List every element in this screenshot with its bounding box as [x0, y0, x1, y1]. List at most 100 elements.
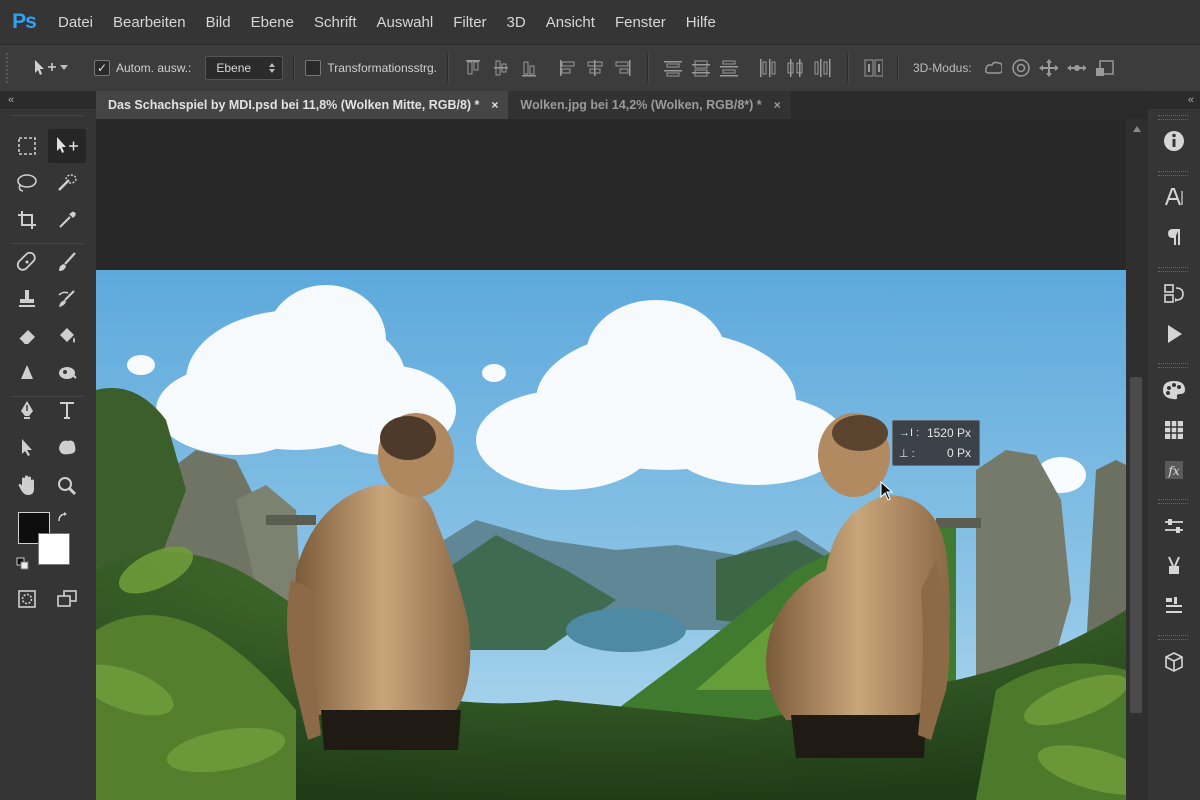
- history-brush-tool[interactable]: [48, 282, 86, 316]
- paint-bucket-tool[interactable]: [48, 319, 86, 353]
- adjustments-panel-button[interactable]: [1158, 511, 1190, 541]
- panel-grip[interactable]: [1158, 115, 1188, 120]
- scrollbar-thumb[interactable]: [1130, 377, 1142, 713]
- document-image[interactable]: [96, 270, 1126, 800]
- menu-3d[interactable]: 3D: [497, 0, 536, 44]
- character-panel-button[interactable]: [1158, 182, 1190, 212]
- type-icon: [60, 402, 74, 419]
- tab-wolken[interactable]: Wolken.jpg bei 14,2% (Wolken, RGB/8*) * …: [508, 91, 791, 119]
- swap-colors-icon[interactable]: [56, 511, 70, 530]
- collapse-icon[interactable]: «: [8, 94, 14, 106]
- move-tool[interactable]: [48, 129, 86, 163]
- menu-datei[interactable]: Datei: [48, 0, 103, 44]
- 3d-panel-button[interactable]: [1158, 647, 1190, 677]
- panel-grip[interactable]: [1158, 171, 1188, 176]
- shape-tool[interactable]: [48, 430, 86, 464]
- color-panel-button[interactable]: [1158, 375, 1190, 405]
- align-vcenter-icon[interactable]: [491, 57, 511, 79]
- auto-select-checkbox[interactable]: ✓: [94, 60, 110, 76]
- brush-tool[interactable]: [48, 245, 86, 279]
- distribute-top-icon[interactable]: [663, 57, 683, 79]
- zoom-tool[interactable]: [48, 469, 86, 503]
- collapse-icon[interactable]: «: [1188, 94, 1194, 106]
- type-tool[interactable]: [48, 393, 86, 427]
- right-panel-header[interactable]: «: [1148, 91, 1200, 109]
- actions-panel-button[interactable]: [1158, 319, 1190, 349]
- tab-schachspiel[interactable]: Das Schachspiel by MDI.psd bei 11,8% (Wo…: [96, 91, 509, 119]
- menu-auswahl[interactable]: Auswahl: [367, 0, 444, 44]
- menu-filter[interactable]: Filter: [443, 0, 496, 44]
- quick-select-tool[interactable]: [48, 166, 86, 200]
- hand-tool[interactable]: [8, 469, 46, 503]
- align-bottom-icon[interactable]: [519, 57, 539, 79]
- screen-mode-button[interactable]: [48, 582, 86, 616]
- quick-mask-button[interactable]: [8, 582, 46, 616]
- path-select-tool[interactable]: [8, 430, 46, 464]
- healing-brush-icon: [16, 251, 36, 271]
- align-top-icon[interactable]: [463, 57, 483, 79]
- auto-select-dropdown[interactable]: Ebene: [205, 56, 284, 80]
- panel-grip[interactable]: [1158, 499, 1188, 504]
- brush-presets-panel-button[interactable]: [1158, 551, 1190, 581]
- auto-align-icon[interactable]: [863, 57, 883, 79]
- menu-bild[interactable]: Bild: [196, 0, 241, 44]
- history-panel-button[interactable]: [1158, 279, 1190, 309]
- eraser-icon: [18, 330, 35, 345]
- distribute-right-icon[interactable]: [813, 57, 833, 79]
- tools-grip: [10, 115, 84, 116]
- menu-hilfe[interactable]: Hilfe: [676, 0, 726, 44]
- default-colors-icon[interactable]: [16, 557, 30, 576]
- distribute-vcenter-icon[interactable]: [691, 57, 711, 79]
- styles-panel-button[interactable]: fx: [1158, 455, 1190, 485]
- transform-checkbox[interactable]: [305, 60, 322, 76]
- menu-bearbeiten[interactable]: Bearbeiten: [103, 0, 196, 44]
- crop-tool[interactable]: [8, 203, 46, 237]
- menu-ansicht[interactable]: Ansicht: [536, 0, 605, 44]
- background-color-swatch[interactable]: [38, 533, 70, 565]
- transform-controls-toggle[interactable]: Transformationsstrg.: [305, 60, 437, 76]
- menu-schrift[interactable]: Schrift: [304, 0, 367, 44]
- close-icon[interactable]: ×: [491, 98, 498, 112]
- panel-grip[interactable]: [1158, 363, 1188, 368]
- paragraph-panel-button[interactable]: [1158, 222, 1190, 252]
- quick-select-icon: [58, 174, 77, 191]
- adjustments-icon: [1165, 519, 1183, 533]
- eraser-tool[interactable]: [8, 319, 46, 353]
- eyedropper-tool[interactable]: [48, 203, 86, 237]
- 3d-pan-icon[interactable]: [1038, 57, 1058, 79]
- pen-tool[interactable]: [8, 393, 46, 427]
- options-grip[interactable]: [6, 53, 14, 83]
- align-left-icon[interactable]: [557, 57, 577, 79]
- tools-panel-header[interactable]: «: [0, 91, 96, 109]
- lasso-icon: [17, 174, 37, 192]
- eyedropper-icon: [59, 211, 76, 228]
- vertical-scrollbar[interactable]: [1126, 119, 1148, 800]
- layers-panel-button[interactable]: [1158, 591, 1190, 621]
- align-right-icon[interactable]: [613, 57, 633, 79]
- info-panel-button[interactable]: [1158, 126, 1190, 156]
- lasso-tool[interactable]: [8, 166, 46, 200]
- align-hcenter-icon[interactable]: [585, 57, 605, 79]
- panel-grip[interactable]: [1158, 267, 1188, 272]
- healing-brush-tool[interactable]: [8, 245, 46, 279]
- tool-preset-picker[interactable]: [32, 58, 80, 78]
- paragraph-icon: [1168, 229, 1180, 245]
- distribute-left-icon[interactable]: [757, 57, 777, 79]
- distribute-bottom-icon[interactable]: [719, 57, 739, 79]
- swatches-panel-button[interactable]: [1158, 415, 1190, 445]
- 3d-roll-icon[interactable]: [1010, 57, 1030, 79]
- clone-stamp-tool[interactable]: [8, 282, 46, 316]
- panel-grip[interactable]: [1158, 635, 1188, 640]
- marquee-tool[interactable]: [8, 129, 46, 163]
- dodge-tool[interactable]: [48, 356, 86, 390]
- menu-ebene[interactable]: Ebene: [241, 0, 304, 44]
- 3d-scale-icon[interactable]: [1094, 57, 1114, 79]
- 3d-rotate-icon[interactable]: [982, 57, 1002, 79]
- scroll-up-icon[interactable]: [1132, 125, 1142, 133]
- blur-tool[interactable]: [8, 356, 46, 390]
- distribute-hcenter-icon[interactable]: [785, 57, 805, 79]
- auto-select-toggle[interactable]: ✓ Autom. ausw.:: [94, 60, 191, 76]
- menu-fenster[interactable]: Fenster: [605, 0, 676, 44]
- close-icon[interactable]: ×: [774, 98, 781, 112]
- 3d-slide-icon[interactable]: [1066, 57, 1086, 79]
